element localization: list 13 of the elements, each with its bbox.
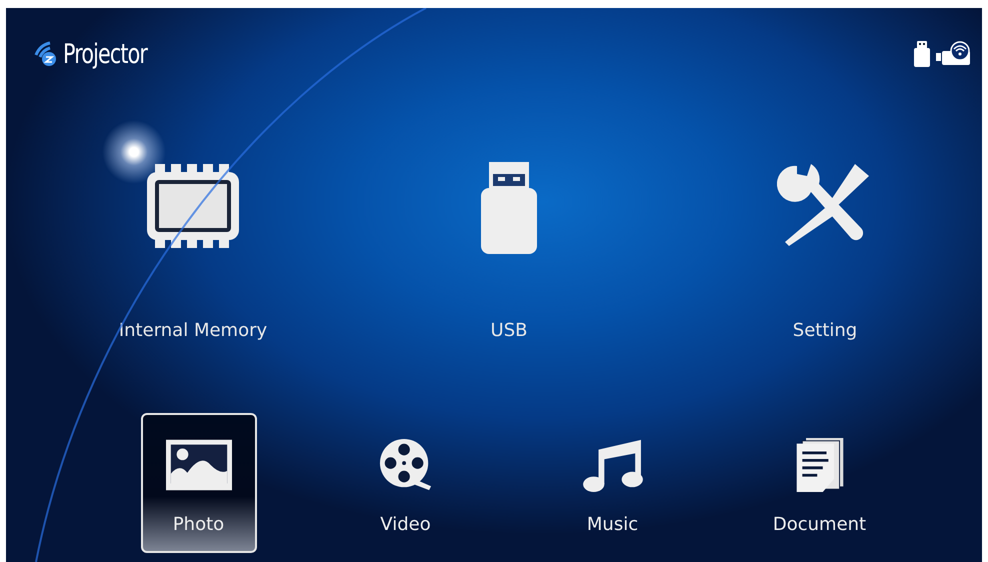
usb-drive-icon [479,162,539,254]
source-label[interactable]: Setting [792,320,858,341]
media-tile[interactable]: Video [348,413,464,553]
source-label[interactable]: USB [490,320,528,341]
media-tile[interactable]: Music [554,413,670,553]
picture-icon [166,438,232,492]
logo-text: Projector [63,38,148,70]
media-tile[interactable]: Document [762,413,878,553]
wifi-dongle-icon [936,41,970,67]
source-label[interactable]: Internal Memory [118,320,268,341]
media-tile[interactable]: Photo [140,413,256,553]
memory-chip-icon [145,162,241,250]
usb-drive-icon [914,41,930,67]
